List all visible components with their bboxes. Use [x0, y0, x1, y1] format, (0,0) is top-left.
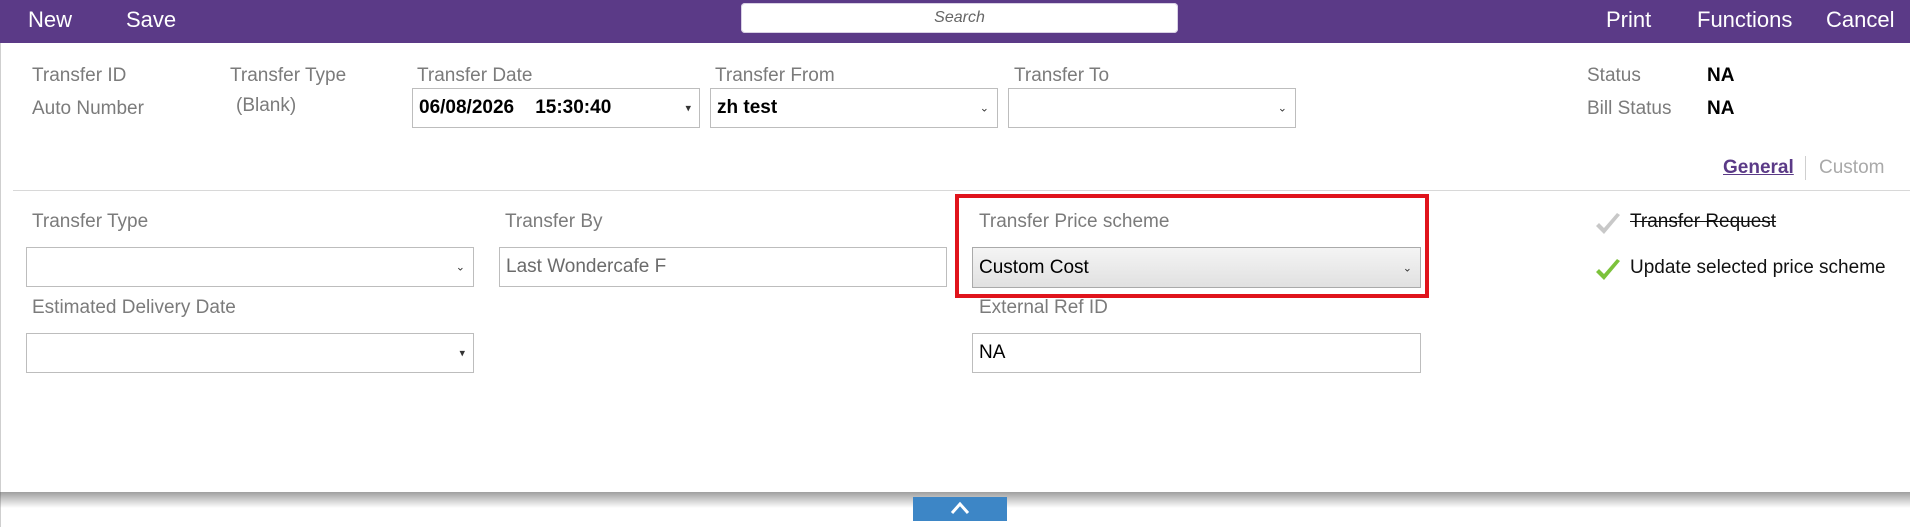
tab-separator — [1805, 156, 1806, 180]
chevron-down-icon: ⌄ — [455, 261, 465, 274]
transfer-type-select[interactable]: ⌄ — [26, 247, 474, 287]
external-ref-label: External Ref ID — [979, 297, 1108, 318]
chevron-down-icon: ▾ — [459, 347, 465, 360]
transfer-type-label: Transfer Type — [32, 211, 149, 232]
tab-general[interactable]: General — [1723, 157, 1794, 179]
section-divider — [13, 190, 1910, 191]
transfer-date-value: 06/08/2026 15:30:40 — [419, 97, 612, 118]
collapse-button[interactable] — [913, 497, 1007, 521]
print-button[interactable]: Print — [1606, 7, 1651, 33]
bill-status-value: NA — [1707, 98, 1735, 119]
status-label: Status — [1587, 65, 1641, 86]
transfer-by-label: Transfer By — [505, 211, 603, 232]
transfer-to-select[interactable]: ⌄ — [1008, 88, 1296, 128]
external-ref-input[interactable]: NA — [972, 333, 1421, 373]
chevron-up-icon — [950, 501, 970, 514]
save-button[interactable]: Save — [126, 7, 176, 33]
transfer-by-field: Last Wondercafe F — [499, 247, 947, 287]
external-ref-value: NA — [979, 342, 1006, 363]
transfer-by-value: Last Wondercafe F — [506, 256, 667, 277]
estimated-delivery-picker[interactable]: ▾ — [26, 333, 474, 373]
transfer-from-label: Transfer From — [715, 65, 835, 86]
bill-status-label: Bill Status — [1587, 98, 1672, 119]
transfer-date-picker[interactable]: 06/08/2026 15:30:40 ▾ — [412, 88, 700, 128]
estimated-delivery-label: Estimated Delivery Date — [32, 297, 236, 318]
tab-custom[interactable]: Custom — [1819, 157, 1884, 179]
transfer-from-select[interactable]: zh test ⌄ — [710, 88, 998, 128]
check-icon[interactable] — [1593, 256, 1623, 286]
chevron-down-icon: ⌄ — [1277, 102, 1287, 115]
search-input[interactable] — [741, 3, 1178, 33]
transfer-id-label: Transfer ID — [32, 65, 127, 86]
highlight-box — [955, 194, 1429, 298]
transfer-request-label[interactable]: Transfer Request — [1630, 211, 1776, 233]
transfer-to-label: Transfer To — [1014, 65, 1110, 86]
functions-button[interactable]: Functions — [1697, 7, 1792, 33]
update-price-scheme-label[interactable]: Update selected price scheme — [1630, 257, 1886, 279]
search-box[interactable] — [741, 3, 1178, 33]
transfer-id-value: Auto Number — [32, 98, 144, 119]
new-button[interactable]: New — [28, 7, 72, 33]
transfer-type-header-value: (Blank) — [236, 95, 297, 116]
chevron-down-icon: ⌄ — [979, 102, 989, 115]
transfer-date-label: Transfer Date — [417, 65, 533, 86]
check-icon[interactable] — [1593, 210, 1623, 240]
chevron-down-icon: ▾ — [685, 102, 691, 115]
transfer-from-value: zh test — [717, 97, 778, 118]
cancel-button[interactable]: Cancel — [1826, 7, 1894, 33]
transfer-type-header-label: Transfer Type — [230, 65, 347, 86]
top-toolbar: New Save Print Functions Cancel — [0, 0, 1910, 43]
left-border — [0, 43, 1, 527]
status-value: NA — [1707, 65, 1735, 86]
